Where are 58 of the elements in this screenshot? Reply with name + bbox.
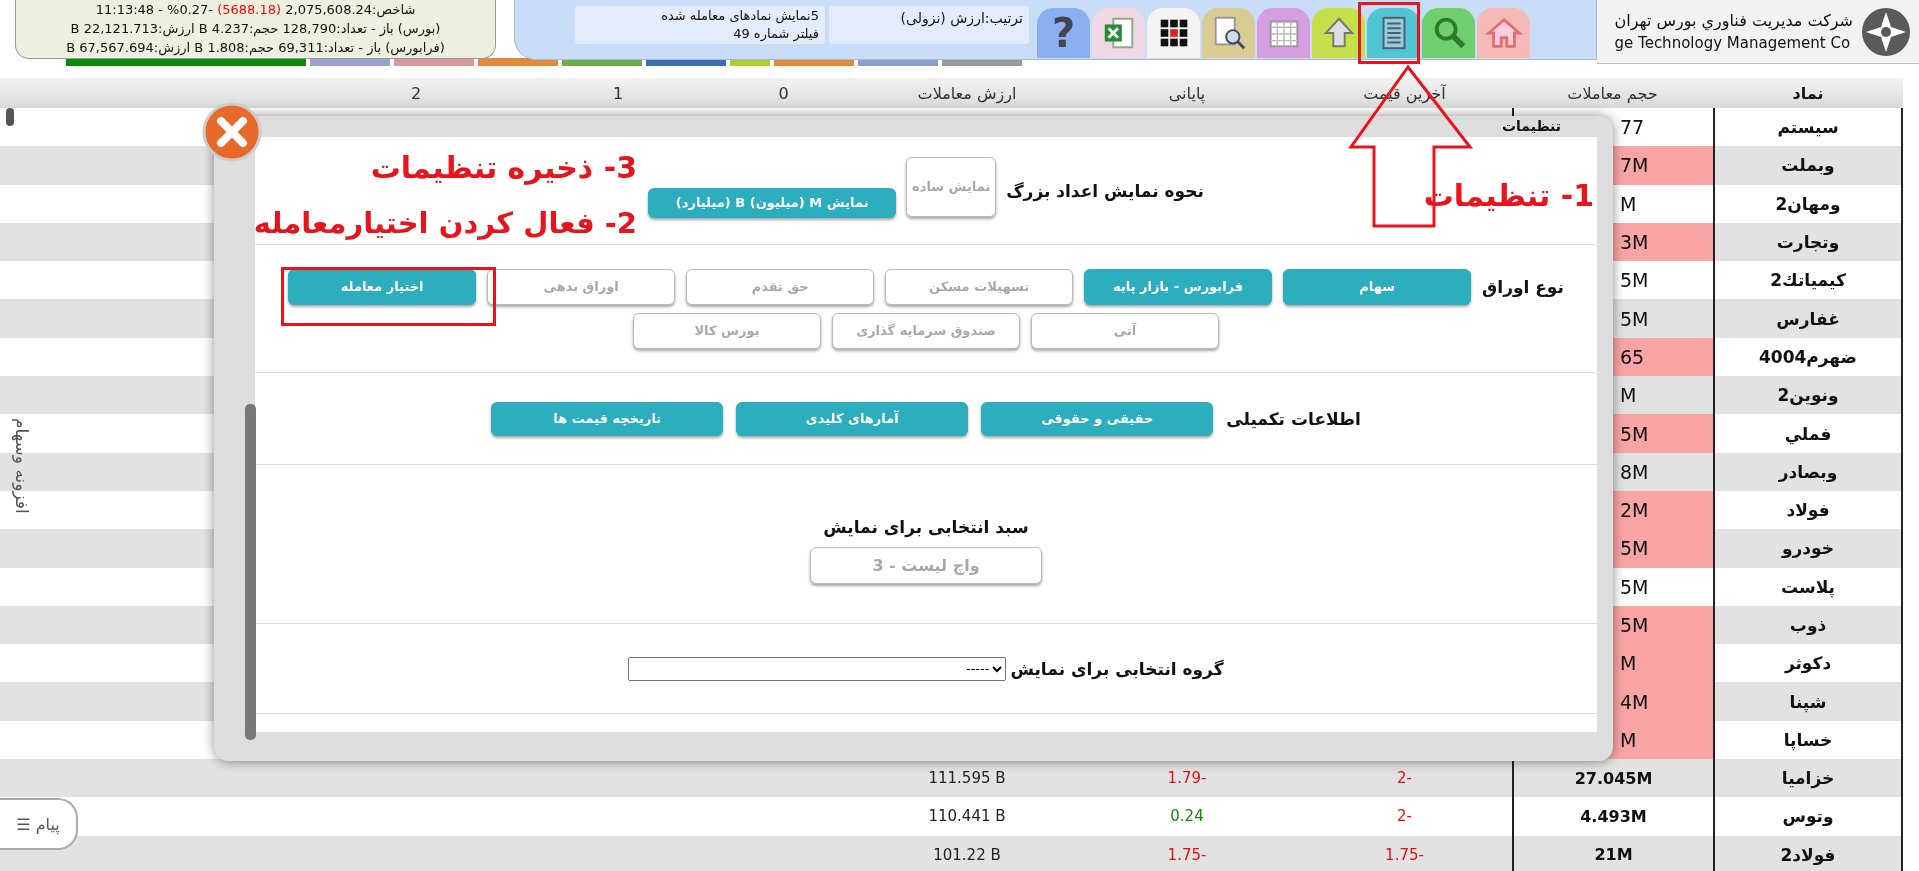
toggle-button[interactable]: بورس کالا xyxy=(633,312,821,349)
scrollbar-thumb[interactable] xyxy=(6,108,14,126)
sort-indicator[interactable]: ترتیب:ارزش (نزولی) xyxy=(829,6,1029,44)
table-cell: فولاد2 xyxy=(1713,835,1903,871)
scrollbar-thumb[interactable] xyxy=(245,404,256,740)
setting-label: نحوه نمایش اعداد بزرگ xyxy=(1006,180,1204,201)
group-dropdown[interactable]: ----- xyxy=(628,656,1007,681)
table-cell-text: 110.441 B xyxy=(927,806,1007,828)
annotation-text: 2- فعال کردن اختیارمعامله xyxy=(253,206,637,240)
table-cell-text: -1.75 xyxy=(1384,844,1425,866)
setting-label: گروه انتخابی برای نمایش xyxy=(1010,658,1224,679)
company-name-english: ge Technology Management Co xyxy=(1614,34,1852,52)
star-emblem-icon xyxy=(1861,6,1911,57)
toggle-button[interactable]: تسهیلات مسکن xyxy=(885,268,1074,305)
column-header[interactable]: ارزش معاملات xyxy=(857,83,1077,103)
market-summary: (فرابورس) باز - تعداد:69,311 حجم:1.808 B ارزش:67,567.694 B xyxy=(66,39,445,57)
toggle-button[interactable]: آمارهای کلیدی xyxy=(736,401,969,436)
table-cell-text: -1.79 xyxy=(1166,768,1208,790)
column-header[interactable]: 0 xyxy=(710,83,857,103)
toggle-button[interactable]: سهام xyxy=(1283,268,1472,305)
toggle-button[interactable]: تاریخچه قیمت ها xyxy=(491,401,724,436)
toggle-button[interactable]: اختیار معامله xyxy=(288,268,477,305)
toggle-button[interactable]: آتی xyxy=(1031,312,1219,349)
filter-description: 5نمایش نمادهای معامله شده xyxy=(660,7,819,25)
setting-label: سبد انتخابی برای نمایش xyxy=(823,516,1029,537)
toolbar-button[interactable]: ? xyxy=(1037,8,1090,58)
table-cell-text: 101.22 B xyxy=(932,844,1002,866)
toolbar-button[interactable] xyxy=(1202,8,1255,58)
table-cell-text: -2 xyxy=(1396,806,1413,828)
close-button[interactable] xyxy=(200,100,264,164)
table-cell-text: -2 xyxy=(1396,768,1413,790)
table-cell-text: -1.75 xyxy=(1166,844,1208,866)
table-cell: 21M xyxy=(1512,835,1713,871)
table-cell-text: 0.24 xyxy=(1169,806,1205,828)
annotation-text: 3- ذخیره تنظیمات xyxy=(370,150,637,185)
filter-panel[interactable]: 5نمایش نمادهای معامله شده فیلتر شماره 49 xyxy=(575,6,825,44)
table-cell-text: 111.595 B xyxy=(927,768,1007,790)
market-summary: (بورس) باز - تعداد:128,790 حجم:4.237 B ارزش:22,121.713 B xyxy=(70,20,441,38)
company-name: شرکت مدیریت فناوري بورس تهران xyxy=(1614,11,1853,30)
column-header[interactable]: 2 xyxy=(306,83,526,103)
setting-label: اطلاعات تکمیلی xyxy=(1226,408,1361,429)
option-button[interactable]: نمایش ساده xyxy=(906,157,997,217)
toggle-button[interactable]: صندوق سرمایه گذاری xyxy=(832,312,1020,349)
column-header[interactable]: حجم معاملات xyxy=(1512,83,1713,103)
toggle-button[interactable]: حق تقدم xyxy=(686,268,875,305)
plugin-tab[interactable]: افزونه وسهام xyxy=(12,418,32,514)
message-button[interactable]: پیام ☰ xyxy=(0,798,78,850)
toggle-button[interactable]: فرابورس - بازار پایه xyxy=(1084,268,1273,305)
toolbar-button[interactable] xyxy=(1147,8,1200,58)
toggle-button[interactable]: اوراق بدهی xyxy=(487,268,676,305)
highlight-frame xyxy=(1358,2,1420,64)
basket-button[interactable]: واچ لیست - 3 xyxy=(810,546,1042,584)
column-header[interactable]: 1 xyxy=(526,83,710,103)
column-header[interactable]: پایانی xyxy=(1077,83,1297,103)
option-button[interactable]: نمایش M (میلیون) B (میلیارد) xyxy=(648,187,897,218)
column-header[interactable]: نماد xyxy=(1713,83,1903,103)
filter-number: فیلتر شماره 49 xyxy=(732,25,819,43)
toggle-button[interactable]: حقیقی و حقوقی xyxy=(981,401,1214,436)
